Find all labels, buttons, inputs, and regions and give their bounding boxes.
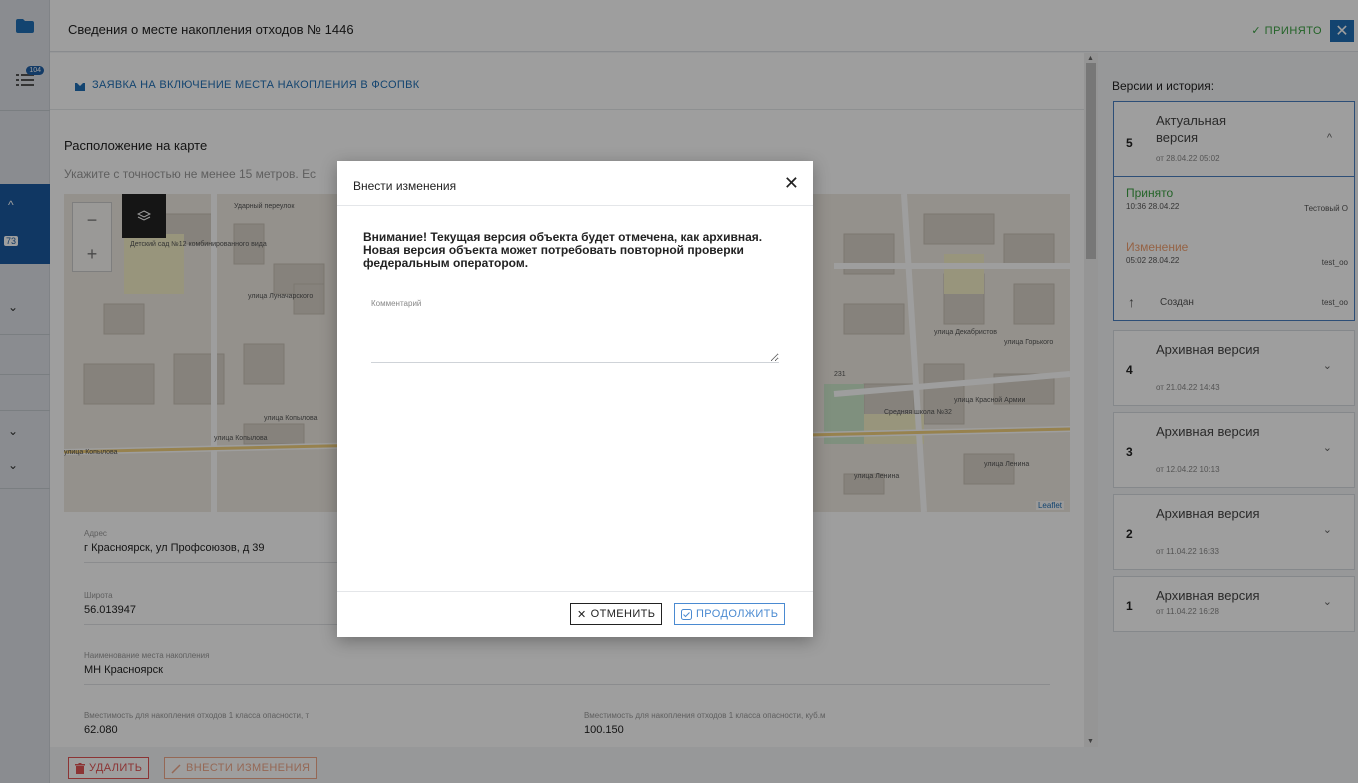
cancel-button[interactable]: ✕ ОТМЕНИТЬ	[570, 603, 663, 625]
checkbox-icon	[681, 608, 692, 620]
continue-button-label: ПРОДОЛЖИТЬ	[696, 608, 779, 620]
dialog-warning: Внимание! Текущая версия объекта будет о…	[363, 230, 763, 270]
close-icon: ✕	[577, 608, 587, 621]
edit-dialog: Внести изменения ✕ Внимание! Текущая вер…	[337, 161, 813, 637]
dialog-title: Внести изменения	[353, 179, 457, 193]
continue-button[interactable]: ПРОДОЛЖИТЬ	[674, 603, 786, 625]
dialog-footer-divider	[337, 591, 813, 592]
comment-input[interactable]	[371, 311, 779, 363]
dialog-header: Внести изменения ✕	[337, 161, 813, 206]
close-icon[interactable]: ✕	[784, 173, 799, 194]
cancel-button-label: ОТМЕНИТЬ	[590, 608, 656, 620]
comment-label: Комментарий	[371, 299, 422, 308]
